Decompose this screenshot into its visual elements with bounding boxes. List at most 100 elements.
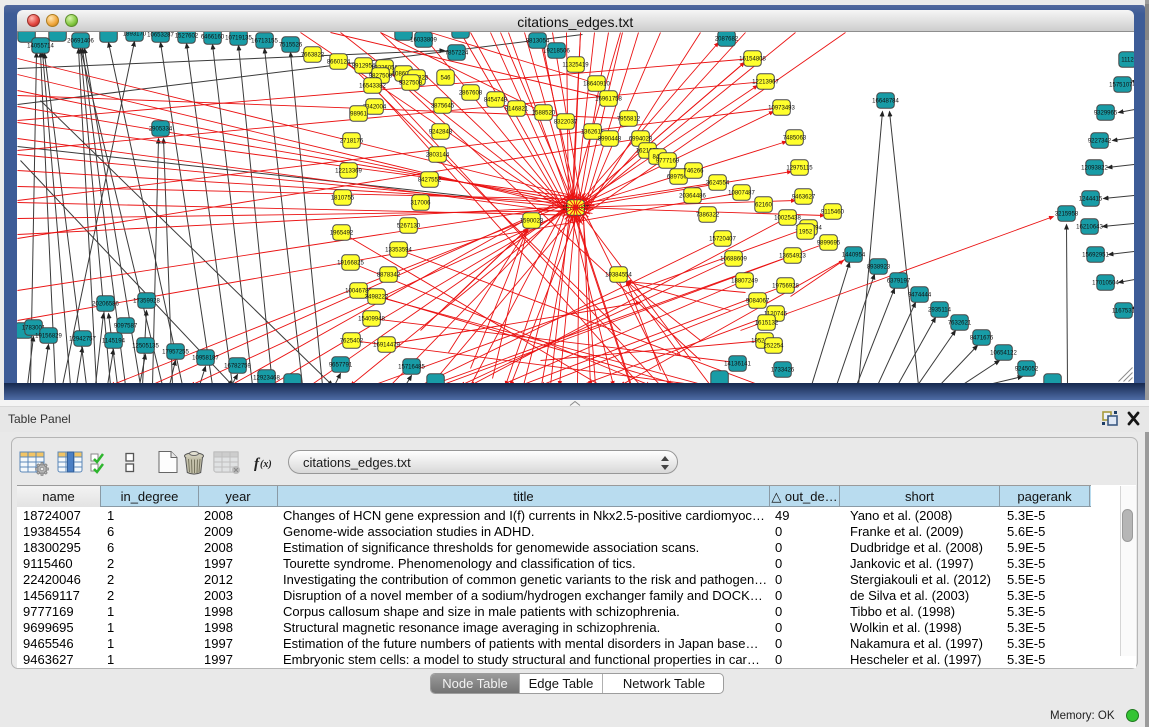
svg-text:16648784: 16648784	[872, 98, 899, 104]
svg-text:12923468: 12923468	[253, 375, 280, 381]
svg-text:7625402: 7625402	[339, 338, 363, 344]
svg-text:10973493: 10973493	[768, 105, 795, 111]
svg-text:252254: 252254	[763, 343, 784, 349]
svg-text:15409948: 15409948	[358, 316, 385, 322]
svg-text:2905334: 2905334	[148, 126, 172, 132]
svg-text:7386322: 7386322	[695, 212, 719, 218]
svg-text:7663822: 7663822	[300, 52, 324, 58]
svg-text:1145194: 1145194	[102, 338, 126, 344]
svg-text:2803144: 2803144	[425, 152, 449, 158]
svg-text:20364486: 20364486	[679, 193, 706, 199]
svg-text:17359928: 17359928	[133, 298, 160, 304]
svg-text:15716485: 15716485	[398, 364, 425, 370]
svg-text:19156829: 19156829	[35, 333, 62, 339]
svg-text:1527602: 1527602	[174, 33, 198, 39]
svg-text:17957255: 17957255	[162, 349, 189, 355]
svg-text:3215958: 3215958	[1054, 211, 1078, 217]
svg-text:9329965: 9329965	[1093, 110, 1117, 116]
svg-text:19384554: 19384554	[605, 272, 632, 278]
svg-text:8660124: 8660124	[326, 59, 350, 65]
svg-text:(x): (x)	[260, 459, 272, 470]
svg-text:3498222: 3498222	[364, 294, 388, 300]
svg-text:16782759: 16782759	[224, 363, 251, 369]
svg-text:6994028: 6994028	[628, 136, 652, 142]
svg-text:12213967: 12213967	[752, 79, 779, 85]
svg-text:16033809: 16033809	[410, 37, 437, 43]
svg-text:1590023: 1590023	[519, 218, 543, 224]
svg-text:16154808: 16154808	[739, 56, 766, 62]
svg-text:7515526: 7515526	[278, 42, 302, 48]
svg-text:16961758: 16961758	[595, 96, 622, 102]
svg-text:7632621: 7632621	[947, 320, 971, 326]
svg-text:12093822: 12093822	[1081, 165, 1108, 171]
svg-text:14055714: 14055714	[27, 43, 54, 49]
svg-text:746266: 746266	[683, 168, 704, 174]
svg-text:10688609: 10688609	[720, 256, 747, 262]
svg-text:62160: 62160	[755, 202, 772, 208]
svg-text:12213369: 12213369	[335, 168, 362, 174]
svg-text:12505135: 12505135	[132, 343, 159, 349]
svg-text:317006: 317006	[410, 200, 431, 206]
svg-text:2087682: 2087682	[714, 36, 738, 42]
svg-text:9474444: 9474444	[907, 292, 931, 298]
svg-text:1965492: 1965492	[329, 230, 353, 236]
svg-text:2935114: 2935114	[928, 307, 952, 313]
svg-text:17010504: 17010504	[1092, 280, 1119, 286]
svg-text:6379197: 6379197	[886, 278, 910, 284]
svg-text:1440954: 1440954	[841, 252, 865, 258]
svg-text:12975115: 12975115	[786, 165, 813, 171]
svg-text:1952: 1952	[798, 229, 812, 235]
svg-text:8938923: 8938923	[866, 264, 890, 270]
svg-text:16914479: 16914479	[373, 342, 400, 348]
svg-text:18640910: 18640910	[583, 81, 610, 87]
svg-text:1893170: 1893170	[122, 32, 146, 38]
svg-text:8878342: 8878342	[376, 272, 400, 278]
svg-text:8471676: 8471676	[969, 335, 993, 341]
svg-text:9115460: 9115460	[821, 209, 845, 215]
svg-text:8813054: 8813054	[525, 38, 549, 44]
svg-text:5267130: 5267130	[396, 223, 420, 229]
svg-text:19218506: 19218506	[543, 48, 570, 54]
svg-text:10807487: 10807487	[728, 190, 755, 196]
svg-text:15692951: 15692951	[1082, 252, 1109, 258]
svg-text:10653287: 10653287	[147, 32, 174, 38]
svg-text:9146821: 9146821	[504, 106, 528, 112]
svg-text:2718176: 2718176	[339, 138, 363, 144]
svg-text:9245052: 9245052	[1014, 366, 1038, 372]
svg-text:12942757: 12942757	[69, 336, 96, 342]
svg-text:1167531: 1167531	[1112, 308, 1134, 314]
svg-text:3624554: 3624554	[705, 180, 729, 186]
svg-text:10654122: 10654122	[990, 350, 1017, 356]
svg-text:9327508: 9327508	[398, 80, 422, 86]
svg-text:16210643: 16210643	[1076, 224, 1103, 230]
svg-text:10719135: 10719135	[225, 35, 252, 41]
svg-text:6466160: 6466160	[200, 34, 224, 40]
svg-text:13654923: 13654923	[779, 253, 806, 259]
svg-text:9657791: 9657791	[328, 362, 352, 368]
svg-text:546: 546	[440, 75, 451, 81]
svg-text:3875645: 3875645	[430, 103, 454, 109]
svg-text:8427552: 8427552	[417, 177, 441, 183]
svg-text:9463627: 9463627	[791, 194, 815, 200]
svg-text:13353594: 13353594	[385, 247, 412, 253]
svg-text:15720407: 15720407	[709, 236, 736, 242]
svg-text:10025438: 10025438	[774, 215, 801, 221]
svg-text:98961: 98961	[350, 111, 367, 117]
svg-text:14136141: 14136141	[724, 361, 751, 367]
svg-text:16543382: 16543382	[359, 83, 386, 89]
svg-text:16713155: 16713155	[251, 38, 278, 44]
svg-text:9227342: 9227342	[1087, 138, 1111, 144]
svg-text:7955812: 7955812	[616, 116, 640, 122]
svg-text:1112: 1112	[1121, 57, 1134, 63]
svg-text:9899695: 9899695	[816, 240, 840, 246]
svg-text:10958187: 10958187	[192, 355, 219, 361]
svg-text:19166825: 19166825	[337, 260, 364, 266]
svg-text:1615132: 1615132	[754, 320, 778, 326]
svg-text:9084067: 9084067	[745, 298, 769, 304]
svg-text:1244415: 1244415	[1078, 196, 1102, 202]
svg-text:1810755: 1810755	[330, 195, 354, 201]
svg-text:8322037: 8322037	[553, 119, 577, 125]
svg-text:1588520: 1588520	[531, 110, 555, 116]
svg-text:15751074: 15751074	[1109, 82, 1134, 88]
svg-text:8990448: 8990448	[597, 136, 621, 142]
